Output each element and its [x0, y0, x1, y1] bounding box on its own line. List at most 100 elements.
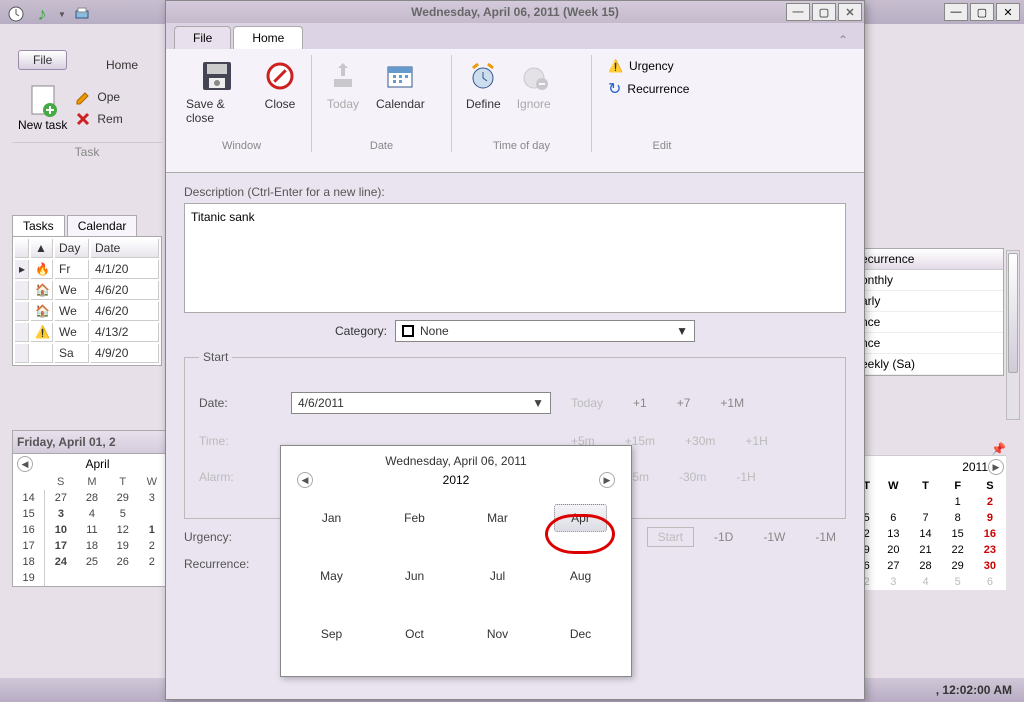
today-chip[interactable]: Today — [561, 394, 613, 412]
define-button[interactable]: Define — [458, 55, 509, 115]
list-header[interactable]: ecurrence — [855, 249, 1003, 270]
minical-month: April — [85, 457, 109, 471]
popup-year[interactable]: 2012 — [443, 473, 470, 487]
main-home-tab[interactable]: Home — [106, 58, 138, 72]
dialog-max-button[interactable]: ▢ — [812, 3, 836, 21]
left-mini-calendar: Friday, April 01, 2 ◀ April SMTW 1427282… — [12, 430, 167, 587]
prev-month-button[interactable]: ◀ — [17, 456, 33, 472]
plus-1m-chip[interactable]: +1M — [710, 394, 754, 412]
music-icon[interactable]: ♪ — [32, 4, 52, 24]
urgency-button[interactable]: ⚠️Urgency — [608, 59, 689, 73]
next-year-button[interactable]: ▶ — [599, 472, 615, 488]
month-nov[interactable]: Nov — [471, 620, 524, 648]
alarm-label: Alarm: — [199, 470, 281, 484]
main-ribbon-left: New task Ope Rem Task — [12, 78, 162, 161]
table-row[interactable]: 🏠We4/6/20 — [15, 302, 159, 321]
dialog-title: Wednesday, April 06, 2011 (Week 15) — [411, 5, 619, 19]
table-row[interactable]: 🏠We4/6/20 — [15, 281, 159, 300]
main-min-button[interactable]: — — [944, 3, 968, 21]
prev-year-button[interactable]: ◀ — [297, 472, 313, 488]
close-button[interactable]: Close — [255, 55, 305, 115]
col-day[interactable]: Day — [55, 239, 89, 258]
right-scrollbar[interactable] — [1006, 250, 1020, 420]
dialog-file-tab[interactable]: File — [174, 26, 231, 49]
plus-7-chip[interactable]: +7 — [667, 394, 701, 412]
month-mar[interactable]: Mar — [471, 504, 524, 532]
minus-30m-chip[interactable]: -30m — [669, 468, 716, 486]
col-sort[interactable]: ▲ — [31, 239, 53, 258]
pin-icon[interactable]: 📌 — [991, 442, 1006, 456]
popup-title: Wednesday, April 06, 2011 — [289, 452, 623, 470]
list-item[interactable]: nce — [855, 312, 1003, 333]
dialog-home-tab[interactable]: Home — [233, 26, 303, 49]
right-mini-calendar: 2011 ▶ TWTFS 12 56789 213141516 92021222… — [856, 455, 1006, 590]
month-dec[interactable]: Dec — [554, 620, 607, 648]
list-item[interactable]: eekly (Sa) — [855, 354, 1003, 375]
quick-access-toolbar: ♪ ▼ — [6, 4, 92, 24]
timeofday-group-label: Time of day — [452, 140, 591, 152]
tasks-grid: ▲ Day Date ▸🔥Fr4/1/20 🏠We4/6/20 🏠We4/6/2… — [12, 236, 162, 366]
month-apr[interactable]: Apr — [554, 504, 607, 532]
recurrence-field-label: Recurrence: — [184, 557, 266, 571]
dropdown-icon[interactable]: ▼ — [58, 10, 66, 19]
warning-icon: ⚠️ — [608, 59, 623, 73]
ribbon-collapse-icon[interactable]: ⌃ — [838, 33, 854, 49]
warn-icon: ⚠️ — [31, 323, 53, 342]
month-oct[interactable]: Oct — [388, 620, 441, 648]
date-input[interactable]: 4/6/2011 ▼ — [291, 392, 551, 414]
dialog-ribbon: Save & close Close Window Today Calendar… — [166, 49, 864, 173]
month-may[interactable]: May — [305, 562, 358, 590]
recurrence-label: Recurrence — [627, 82, 689, 96]
col-handle[interactable] — [15, 239, 29, 258]
month-feb[interactable]: Feb — [388, 504, 441, 532]
minus-1d-chip[interactable]: -1D — [704, 528, 743, 546]
col-date[interactable]: Date — [91, 239, 159, 258]
list-item[interactable]: arly — [855, 291, 1003, 312]
main-close-button[interactable]: ✕ — [996, 3, 1020, 21]
ignore-button[interactable]: Ignore — [509, 55, 559, 115]
list-item[interactable]: nce — [855, 333, 1003, 354]
list-item[interactable]: onthly — [855, 270, 1003, 291]
minus-1w-chip[interactable]: -1W — [753, 528, 795, 546]
tasks-tab[interactable]: Tasks — [12, 215, 65, 236]
main-max-button[interactable]: ▢ — [970, 3, 994, 21]
urgency-field-label: Urgency: — [184, 530, 266, 544]
plus-1h-chip[interactable]: +1H — [735, 432, 777, 450]
remove-label: Rem — [97, 112, 122, 126]
recurrence-button[interactable]: ↻Recurrence — [608, 79, 689, 99]
table-row[interactable]: Sa4/9/20 — [15, 344, 159, 363]
month-jan[interactable]: Jan — [305, 504, 358, 532]
today-button[interactable]: Today — [318, 55, 368, 115]
open-button[interactable]: Ope — [73, 86, 124, 108]
save-close-button[interactable]: Save & close — [178, 55, 255, 129]
scrollbar-thumb[interactable] — [1008, 253, 1018, 373]
remove-button[interactable]: Rem — [73, 108, 124, 130]
plus-1-chip[interactable]: +1 — [623, 394, 657, 412]
dialog-close-button[interactable]: ✕ — [838, 3, 862, 21]
ignore-label: Ignore — [517, 97, 551, 111]
new-task-button[interactable]: New task — [12, 78, 73, 138]
start-legend: Start — [199, 350, 232, 364]
table-row[interactable]: ⚠️We4/13/2 — [15, 323, 159, 342]
month-jul[interactable]: Jul — [471, 562, 524, 590]
minus-1m-chip[interactable]: -1M — [805, 528, 846, 546]
dialog-min-button[interactable]: — — [786, 3, 810, 21]
start-chip[interactable]: Start — [647, 527, 694, 547]
minus-1h-chip[interactable]: -1H — [726, 468, 765, 486]
dialog-titlebar: Wednesday, April 06, 2011 (Week 15) — ▢ … — [166, 1, 864, 23]
category-select[interactable]: None ▼ — [395, 320, 695, 342]
save-close-label: Save & close — [186, 97, 247, 125]
next-year-button[interactable]: ▶ — [988, 459, 1004, 475]
table-row[interactable]: ▸🔥Fr4/1/20 — [15, 260, 159, 279]
plus-30m-chip[interactable]: +30m — [675, 432, 725, 450]
clock-icon[interactable] — [6, 4, 26, 24]
month-sep[interactable]: Sep — [305, 620, 358, 648]
calendar-button[interactable]: Calendar — [368, 55, 433, 115]
month-aug[interactable]: Aug — [554, 562, 607, 590]
calendar-tab[interactable]: Calendar — [67, 215, 138, 236]
close-icon — [263, 59, 297, 93]
description-input[interactable] — [184, 203, 846, 313]
main-file-tab[interactable]: File — [18, 50, 67, 70]
month-jun[interactable]: Jun — [388, 562, 441, 590]
print-icon[interactable] — [72, 4, 92, 24]
